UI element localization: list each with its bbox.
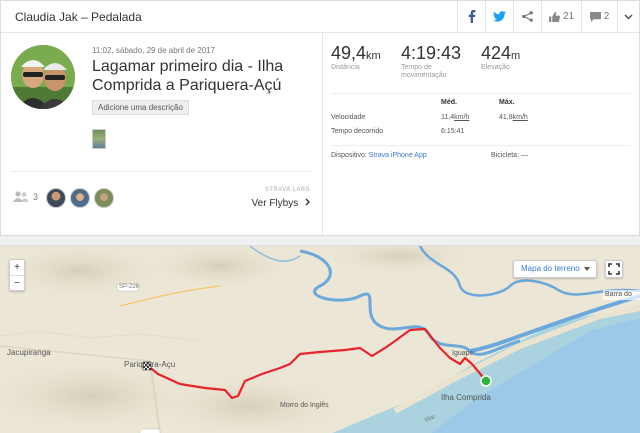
speed-max: 41,8km/h [499, 114, 528, 121]
bike-value: — [520, 152, 528, 159]
map-type-label: Mapa do terreno [521, 264, 580, 273]
chevron-right-icon [305, 198, 310, 206]
activity-title[interactable]: Lagamar primeiro dia - Ilha Comprida a P… [92, 57, 312, 95]
speed-avg: 11,4km/h [441, 114, 469, 121]
device-link[interactable]: Strava iPhone App [369, 152, 427, 159]
comment-icon [589, 11, 601, 22]
speed-max-value: 41,8 [499, 114, 513, 121]
avatar[interactable] [11, 45, 75, 109]
elapsed-time-label: Tempo decorrido [331, 128, 384, 135]
speed-max-unit: km/h [512, 114, 528, 121]
elevation-unit: m [511, 50, 521, 62]
people-icon [13, 191, 29, 202]
share-icon [522, 11, 533, 22]
distance-stat: 49,4km Distância [331, 43, 381, 72]
speed-avg-value: 11,4 [441, 114, 455, 121]
kudos-count: 21 [562, 11, 575, 22]
kudos-people-count: 3 [33, 191, 39, 202]
twitter-share-button[interactable] [485, 1, 513, 32]
thumbs-up-icon [548, 11, 560, 22]
activity-summary: 11:02, sábado, 29 de abril de 2017 Lagam… [1, 33, 323, 236]
kudos-button[interactable]: 21 [541, 1, 581, 32]
divider [11, 171, 311, 172]
divider [331, 145, 631, 146]
elapsed-time-value: 6:15:41 [441, 128, 465, 135]
elevation-value: 424 [481, 43, 512, 63]
map-label-pariquera: Pariquera-Açu [124, 360, 176, 369]
flybys-label: Ver Flybys [251, 198, 299, 209]
kudoer-avatar[interactable] [94, 188, 114, 208]
chevron-down-icon [624, 13, 633, 20]
activity-card: Claudia Jak – Pedalada 21 2 11:02, sábad… [0, 0, 640, 236]
kudos-summary[interactable]: 3 [13, 191, 38, 202]
avatar-photo [11, 45, 75, 109]
facebook-icon [468, 10, 475, 23]
speed-avg-unit: km/h [454, 114, 470, 121]
moving-time-value: 4:19:43 [401, 43, 462, 63]
activity-header: Claudia Jak – Pedalada 21 2 [1, 1, 639, 33]
route-map[interactable]: Jacupiranga Pariquera-Açu Morro do Inglê… [0, 245, 640, 433]
fullscreen-button[interactable] [605, 260, 623, 278]
page-title: Claudia Jak – Pedalada [15, 10, 142, 24]
comments-button[interactable]: 2 [581, 1, 617, 32]
moving-time-stat: 4:19:43 Tempo de movimentação [401, 43, 461, 80]
activity-stats: 49,4km Distância 4:19:43 Tempo de movime… [323, 33, 639, 236]
add-description-button[interactable]: Adicione uma descrição [92, 100, 189, 115]
moving-time-label: Tempo de movimentação [401, 64, 447, 79]
map-label-jacupiranga: Jacupiranga [7, 348, 51, 357]
divider [331, 93, 631, 94]
zoom-control: + − [9, 259, 25, 291]
map-label-barra: Barra do [605, 291, 632, 298]
map-label-morro: Morro do Inglês [280, 402, 329, 409]
zoom-in-button[interactable]: + [10, 260, 24, 275]
map-type-dropdown[interactable]: Mapa do terreno [513, 260, 597, 278]
zoom-out-button[interactable]: − [10, 275, 24, 290]
distance-label: Distância [331, 64, 360, 71]
fullscreen-icon [608, 263, 620, 275]
share-button[interactable] [513, 1, 541, 32]
max-column-header: Máx. [499, 99, 515, 106]
start-marker-icon [480, 375, 492, 387]
map-road-sp226: SP-226 [119, 284, 140, 290]
speed-label: Velocidade [331, 114, 366, 121]
device-label: Dispositivo: [331, 152, 367, 159]
distance-unit: km [366, 50, 381, 62]
device-info: Dispositivo: Strava iPhone App [331, 152, 427, 159]
kudoer-avatar[interactable] [70, 188, 90, 208]
elevation-label: Elevação [481, 64, 510, 71]
bike-label: Bicicleta: [491, 152, 520, 159]
kudoer-avatar[interactable] [46, 188, 66, 208]
comments-count: 2 [603, 11, 610, 22]
avg-column-header: Méd. [441, 99, 457, 106]
bike-info: Bicicleta: — [491, 152, 528, 159]
more-options-button[interactable] [617, 1, 639, 32]
activity-photo-thumbnail[interactable] [92, 129, 106, 149]
activity-date: 11:02, sábado, 29 de abril de 2017 [92, 46, 216, 55]
map-label-ilha-comprida: Ilha Comprida [441, 393, 491, 402]
view-flybys-link[interactable]: Ver Flybys [252, 198, 310, 209]
activity-page: Claudia Jak – Pedalada 21 2 11:02, sábad… [0, 0, 640, 433]
map-label-iguape: Iguape [452, 350, 474, 357]
distance-value: 49,4 [331, 43, 367, 63]
twitter-icon [493, 11, 506, 22]
strava-labs-label: STRAVA LABS [264, 187, 310, 193]
caret-down-icon [584, 267, 590, 271]
elevation-stat: 424m Elevação [481, 43, 520, 72]
facebook-share-button[interactable] [457, 1, 485, 32]
